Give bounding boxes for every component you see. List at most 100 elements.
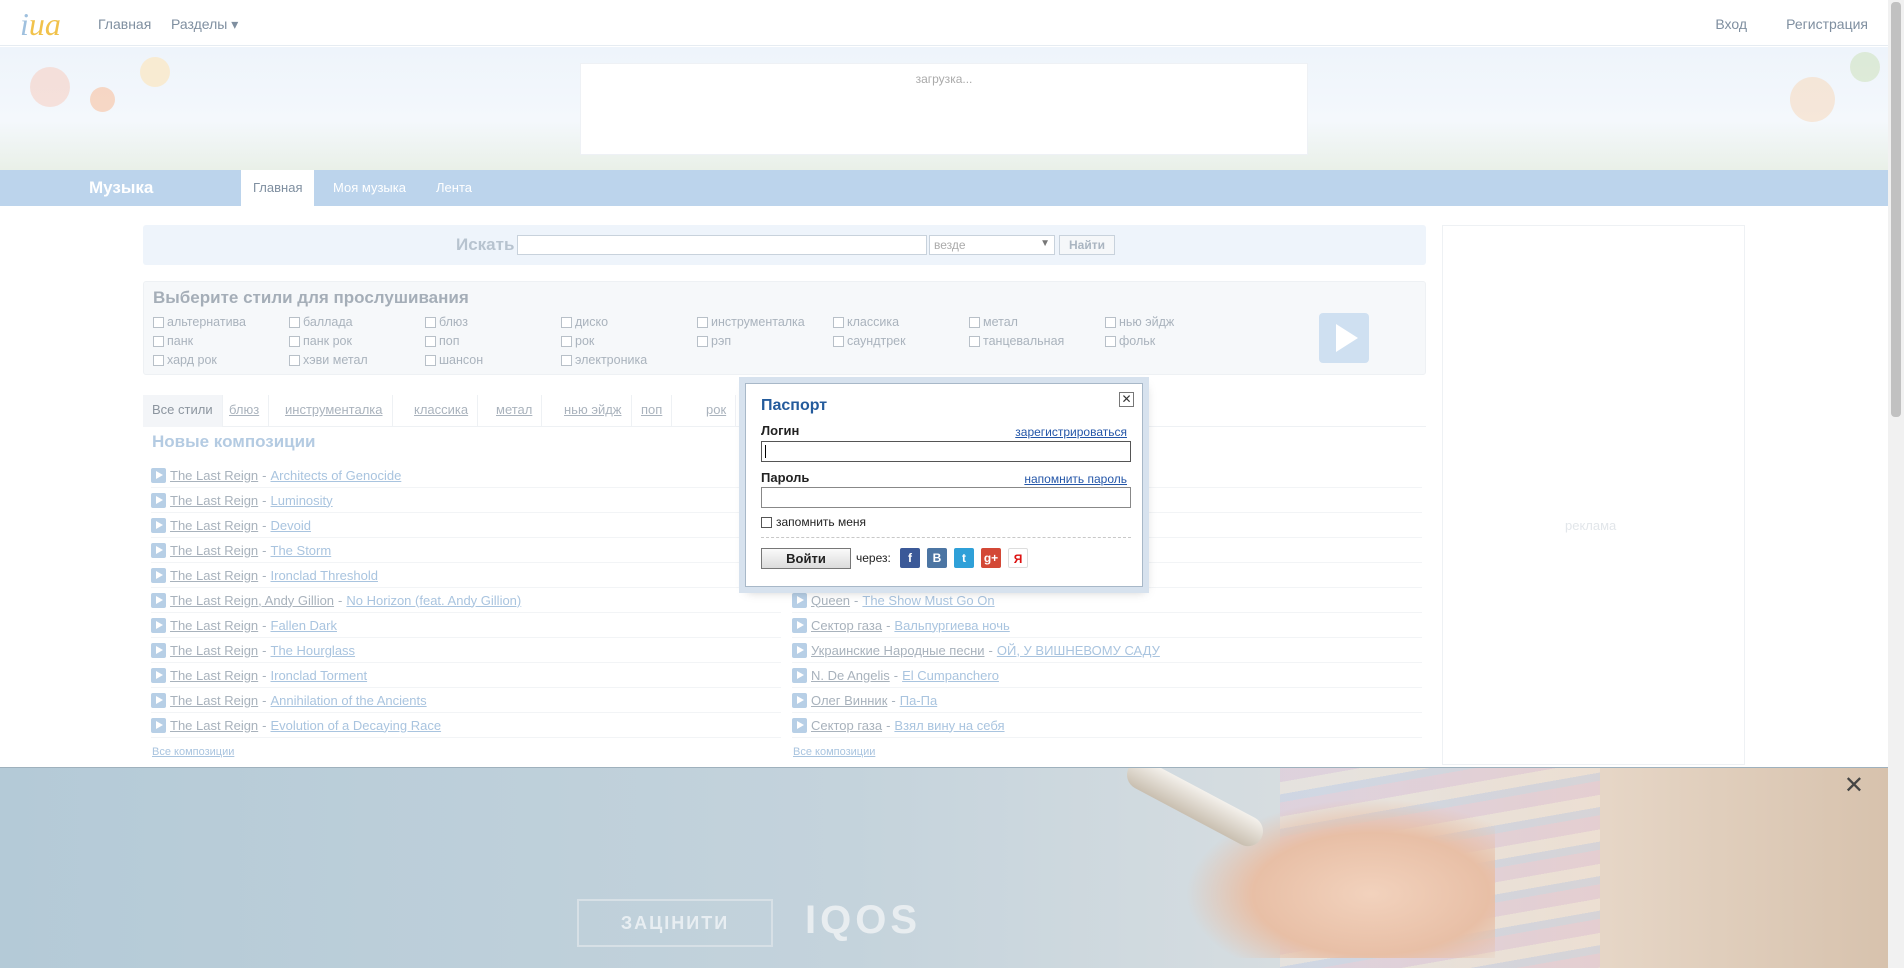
style-checkbox[interactable] [289,354,300,366]
track-artist-link[interactable]: Украинские Народные песни [811,643,985,658]
style-checkbox[interactable] [969,335,980,347]
style-checkbox[interactable] [1105,335,1116,347]
style-checkbox[interactable] [561,354,572,366]
track-song-link[interactable]: Взял вину на себя [894,718,1004,733]
style-checkbox[interactable] [153,354,164,366]
play-icon[interactable] [792,617,807,633]
track-song-link[interactable]: ОЙ, У ВИШНЕВОМУ САДУ [997,643,1160,658]
track-artist-link[interactable]: The Last Reign [170,518,258,533]
site-logo[interactable]: iua [20,6,61,43]
track-song-link[interactable]: Devoid [271,518,311,533]
track-song-link[interactable]: Fallen Dark [271,618,337,633]
tab-home[interactable]: Главная [241,170,315,206]
style-checkbox-item[interactable]: рэп [697,333,833,349]
genre-tab[interactable]: блюз [220,395,270,427]
track-song-link[interactable]: Па-Па [900,693,937,708]
style-checkbox[interactable] [833,335,844,347]
track-artist-link[interactable]: The Last Reign, Andy Gillion [170,593,334,608]
style-checkbox[interactable] [833,316,844,328]
play-icon[interactable] [792,642,807,658]
tab-feed[interactable]: Лента [424,170,484,206]
track-song-link[interactable]: The Storm [271,543,332,558]
style-checkbox-item[interactable]: шансон [425,352,561,368]
nav-sections-dropdown[interactable]: Разделы ▾ [171,16,238,33]
play-icon[interactable] [151,692,166,708]
login-submit-button[interactable]: Войти [761,548,851,569]
style-checkbox[interactable] [1105,316,1116,328]
track-song-link[interactable]: Luminosity [271,493,333,508]
play-icon[interactable] [792,592,807,608]
play-styles-button[interactable] [1319,313,1369,363]
search-scope-select[interactable]: везде ▼ [929,235,1055,255]
password-input[interactable] [761,487,1131,508]
close-icon[interactable]: ✕ [1844,774,1864,798]
genre-tab[interactable]: инструменталка [276,395,393,427]
style-checkbox-item[interactable]: альтернатива [153,314,289,330]
style-checkbox-item[interactable]: метал [969,314,1105,330]
remind-password-link[interactable]: напомнить пароль [1024,472,1127,486]
track-song-link[interactable]: Annihilation of the Ancients [271,693,427,708]
style-checkbox[interactable] [289,335,300,347]
style-checkbox[interactable] [425,316,436,328]
track-artist-link[interactable]: The Last Reign [170,568,258,583]
section-title[interactable]: Музыка [89,178,153,198]
track-artist-link[interactable]: The Last Reign [170,618,258,633]
track-artist-link[interactable]: Queen [811,593,850,608]
style-checkbox-item[interactable]: электроника [561,352,697,368]
play-icon[interactable] [151,617,166,633]
play-icon[interactable] [792,667,807,683]
google-plus-icon[interactable]: g+ [981,548,1001,568]
track-song-link[interactable]: Ironclad Torment [271,668,368,683]
play-icon[interactable] [151,467,166,483]
style-checkbox-item[interactable]: фольк [1105,333,1241,349]
tab-my-music[interactable]: Моя музыка [321,170,418,206]
style-checkbox[interactable] [425,354,436,366]
play-icon[interactable] [151,592,166,608]
genre-tab[interactable]: метал [487,395,543,427]
style-checkbox[interactable] [561,316,572,328]
style-checkbox-item[interactable]: хэви метал [289,352,425,368]
style-checkbox-item[interactable]: панк [153,333,289,349]
style-checkbox-item[interactable]: поп [425,333,561,349]
style-checkbox-item[interactable]: саундтрек [833,333,969,349]
play-icon[interactable] [151,517,166,533]
style-checkbox[interactable] [153,335,164,347]
style-checkbox[interactable] [697,316,708,328]
style-checkbox[interactable] [697,335,708,347]
style-checkbox-item[interactable]: рок [561,333,697,349]
ad-cta-button[interactable]: ЗАЦІНИТИ [577,899,773,947]
style-checkbox-item[interactable]: танцевальная [969,333,1105,349]
style-checkbox-item[interactable]: нью эйдж [1105,314,1241,330]
scrollbar-thumb[interactable] [1891,2,1901,417]
play-icon[interactable] [151,717,166,733]
style-checkbox-item[interactable]: хард рок [153,352,289,368]
track-song-link[interactable]: Вальпургиева ночь [894,618,1009,633]
track-artist-link[interactable]: The Last Reign [170,643,258,658]
page-scrollbar[interactable] [1888,0,1904,968]
style-checkbox-item[interactable]: классика [833,314,969,330]
track-artist-link[interactable]: Сектор газа [811,718,882,733]
style-checkbox[interactable] [153,316,164,328]
track-song-link[interactable]: El Cumpanchero [902,668,999,683]
twitter-icon[interactable]: t [954,548,974,568]
remember-checkbox[interactable] [761,516,772,528]
style-checkbox-item[interactable]: баллада [289,314,425,330]
all-tracks-link-left[interactable]: Все композиции [152,746,234,758]
bottom-ad-banner[interactable]: ЗАЦІНИТИ IQOS ✕ [0,767,1888,968]
close-icon[interactable]: ✕ [1119,392,1134,407]
track-song-link[interactable]: Ironclad Threshold [271,568,378,583]
track-artist-link[interactable]: The Last Reign [170,543,258,558]
track-song-link[interactable]: The Show Must Go On [862,593,994,608]
style-checkbox[interactable] [425,335,436,347]
play-icon[interactable] [792,692,807,708]
track-artist-link[interactable]: Сектор газа [811,618,882,633]
play-icon[interactable] [151,567,166,583]
style-checkbox-item[interactable]: инструменталка [697,314,833,330]
track-artist-link[interactable]: The Last Reign [170,668,258,683]
yandex-icon[interactable]: Я [1008,548,1028,568]
style-checkbox[interactable] [969,316,980,328]
vkontakte-icon[interactable]: В [927,548,947,568]
track-song-link[interactable]: No Horizon (feat. Andy Gillion) [346,593,521,608]
register-link[interactable]: Регистрация [1786,16,1868,32]
track-artist-link[interactable]: Олег Винник [811,693,887,708]
